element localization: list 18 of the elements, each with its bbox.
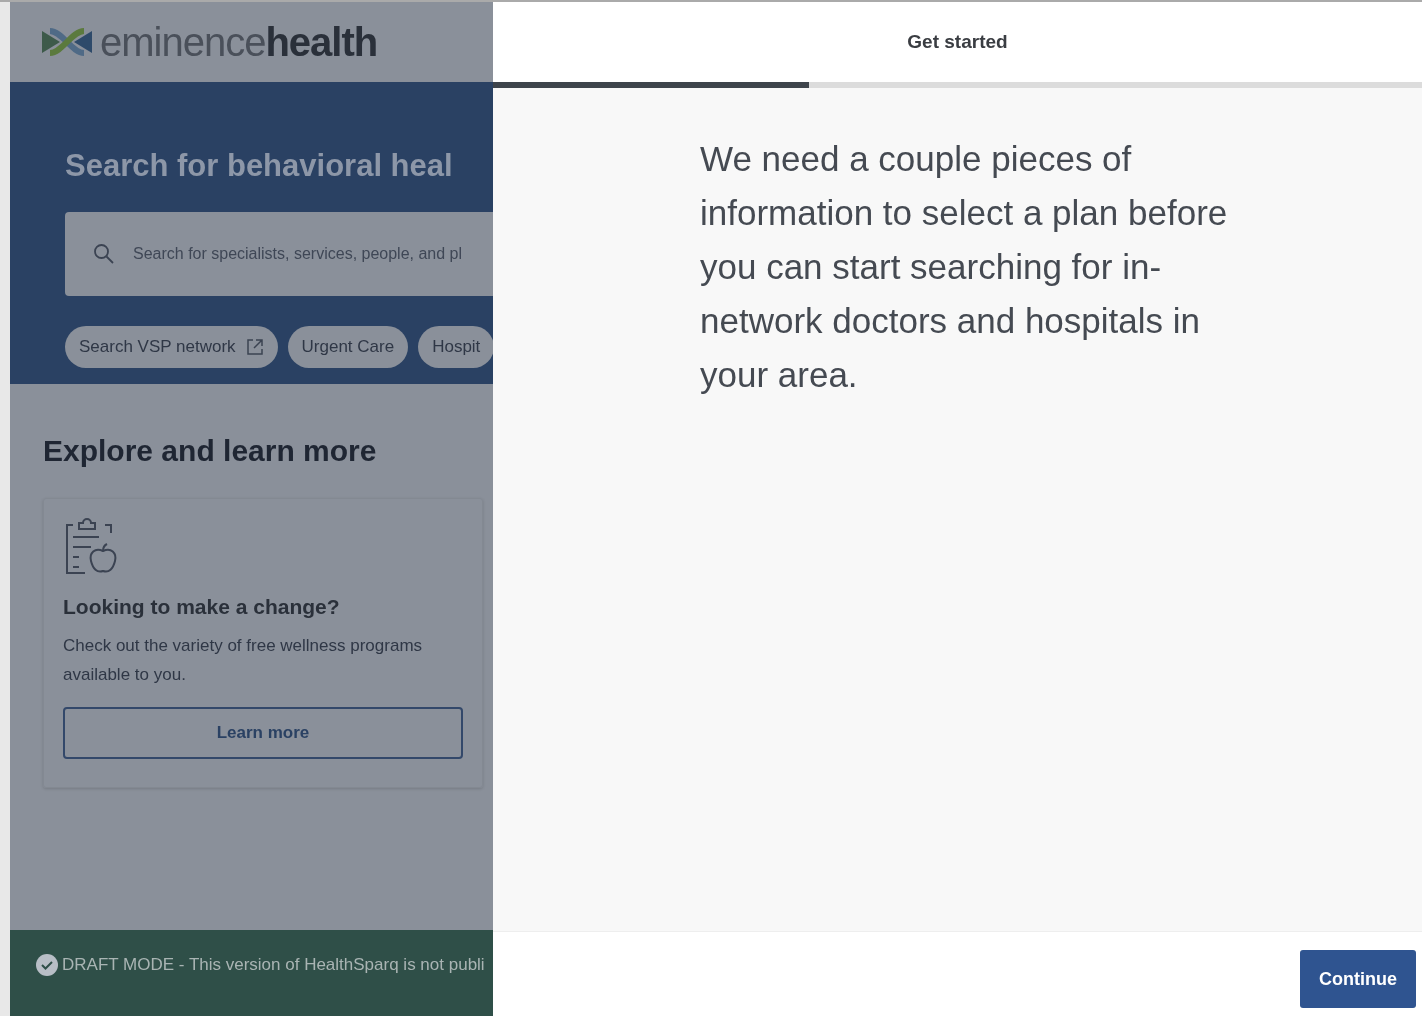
clipboard-apple-icon (63, 517, 119, 575)
quick-search-chip[interactable]: Search VSP network (65, 326, 278, 368)
section-heading: Explore and learn more (43, 434, 378, 468)
card-title: Looking to make a change? (63, 595, 341, 619)
quick-search-chip[interactable]: Urgent Care (287, 326, 409, 368)
draft-mode-text: DRAFT MODE - This version of HealthSparq is not publi (62, 955, 485, 975)
check-icon (36, 954, 58, 976)
card-description: Check out the variety of free wellness programs available to you. (63, 635, 424, 686)
continue-button[interactable]: Continue (1300, 950, 1416, 1008)
quick-search-chip[interactable]: Hospit (418, 326, 493, 368)
learn-more-button[interactable]: Learn more (63, 707, 463, 759)
logo-icon (40, 27, 94, 57)
logo-text: eminencehealth (100, 19, 378, 65)
page-title: Search for behavioral heal (65, 148, 454, 184)
search-field[interactable]: Search for specialists, services, people, and pl (65, 212, 493, 296)
dialog-title: Get started (907, 31, 1008, 53)
external-link-icon (245, 338, 264, 356)
dialog-message: We need a couple pieces of information to select a plan before you can start searching for in-network doctors and hospitals in your area. (700, 138, 1229, 396)
